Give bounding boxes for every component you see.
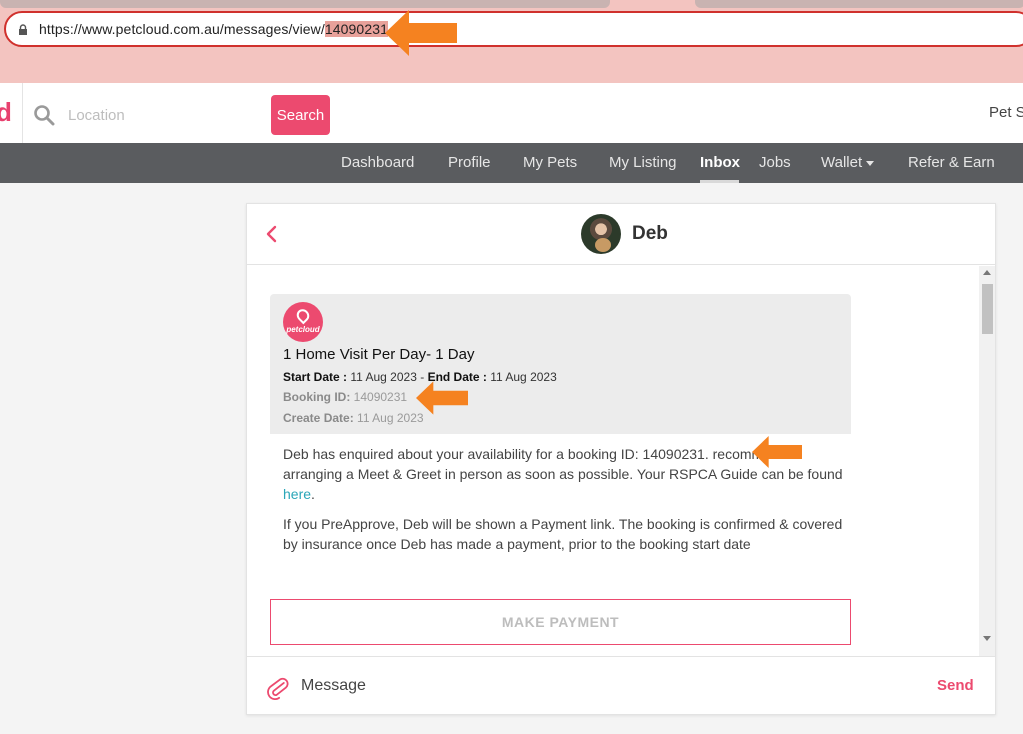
message-scroll-area[interactable]: petcloud 1 Home Visit Per Day- 1 Day Sta… <box>247 266 995 656</box>
site-logo[interactable]: d <box>0 97 12 128</box>
message-text: . <box>311 486 315 502</box>
nav-dashboard[interactable]: Dashboard <box>341 154 414 171</box>
message-input[interactable] <box>301 673 901 699</box>
header-right-link[interactable]: Pet S <box>989 104 1023 121</box>
booking-card: petcloud 1 Home Visit Per Day- 1 Day Sta… <box>270 294 851 654</box>
location-pin-icon <box>294 306 312 325</box>
paperclip-icon[interactable] <box>267 674 289 700</box>
booking-id-value: 14090231 <box>353 390 408 404</box>
booking-summary: petcloud 1 Home Visit Per Day- 1 Day Sta… <box>270 294 851 434</box>
header-divider <box>22 83 23 143</box>
scroll-down-arrow-icon[interactable] <box>983 636 991 641</box>
start-date-label: Start Date : <box>283 370 348 384</box>
search-icon <box>34 105 55 126</box>
nav-my-pets[interactable]: My Pets <box>523 154 577 171</box>
message-panel: Deb petcloud 1 Home Visit Per Day- 1 Day… <box>246 203 996 715</box>
nav-my-listing[interactable]: My Listing <box>609 154 677 171</box>
make-payment-button[interactable]: MAKE PAYMENT <box>270 599 851 645</box>
petcloud-logo: petcloud <box>283 302 323 342</box>
message-paragraph: If you PreApprove, Deb will be shown a P… <box>283 516 843 552</box>
annotation-arrow-icon <box>416 381 468 415</box>
create-date-value: 11 Aug 2023 <box>357 411 424 425</box>
conversation-header: Deb <box>247 204 995 265</box>
location-input[interactable] <box>68 103 248 127</box>
url-highlighted-id: 14090231 <box>324 21 388 37</box>
scrollbar[interactable] <box>979 266 995 656</box>
avatar[interactable] <box>581 214 621 254</box>
send-button[interactable]: Send <box>937 677 974 694</box>
booking-id: Booking ID: 14090231 <box>283 390 407 404</box>
nav-profile[interactable]: Profile <box>448 154 491 171</box>
main-nav: Dashboard Profile My Pets My Listing Inb… <box>0 143 1023 183</box>
start-date-value: 11 Aug 2023 <box>350 370 417 384</box>
booking-id-label: Booking ID: <box>283 390 351 404</box>
url-text[interactable]: https://www.petcloud.com.au/messages/vie… <box>39 21 388 37</box>
nav-inbox[interactable]: Inbox <box>700 154 740 171</box>
nav-refer-earn[interactable]: Refer & Earn <box>908 154 995 171</box>
scroll-up-arrow-icon[interactable] <box>983 270 991 275</box>
caret-down-icon <box>866 160 875 166</box>
message-text: Deb has enquired about your availability… <box>283 446 713 462</box>
address-bar[interactable]: https://www.petcloud.com.au/messages/vie… <box>4 11 1023 47</box>
nav-active-indicator <box>700 180 739 183</box>
browser-chrome: https://www.petcloud.com.au/messages/vie… <box>0 0 1023 83</box>
nav-wallet-label: Wallet <box>821 154 863 171</box>
create-date-label: Create Date: <box>283 411 354 425</box>
avatar-pet-shape <box>595 238 611 252</box>
contact-name: Deb <box>632 223 668 244</box>
nav-jobs[interactable]: Jobs <box>759 154 791 171</box>
end-date-value: 11 Aug 2023 <box>490 370 557 384</box>
back-chevron-icon[interactable] <box>265 225 279 243</box>
site-header: d Search Pet S <box>0 83 1023 143</box>
tab-strip <box>0 0 1023 8</box>
browser-tab[interactable] <box>695 0 1023 8</box>
message-composer: Send <box>247 656 995 714</box>
create-date: Create Date: 11 Aug 2023 <box>283 411 424 425</box>
rspca-guide-link[interactable]: here <box>283 486 311 502</box>
annotation-arrow-icon <box>385 10 457 56</box>
booking-title: 1 Home Visit Per Day- 1 Day <box>283 346 475 363</box>
nav-wallet[interactable]: Wallet <box>821 154 875 171</box>
browser-tab[interactable] <box>0 0 610 8</box>
annotation-arrow-icon <box>752 436 802 468</box>
petcloud-logo-text: petcloud <box>286 325 320 334</box>
scroll-thumb[interactable] <box>982 284 993 334</box>
lock-icon <box>19 24 27 35</box>
url-prefix: https://www.petcloud.com.au/messages/vie… <box>39 21 325 37</box>
search-button[interactable]: Search <box>271 95 330 135</box>
